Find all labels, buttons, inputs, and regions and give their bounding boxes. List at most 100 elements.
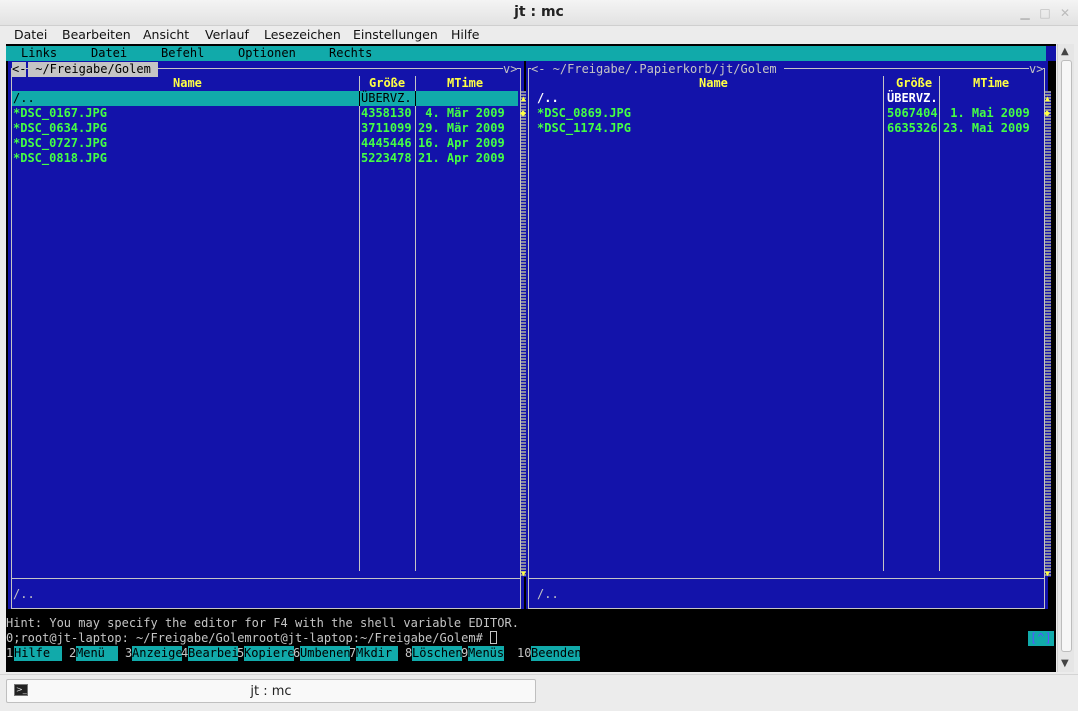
right-panel-path: <- ~/Freigabe/.Papierkorb/jt/Golem (531, 62, 784, 77)
maximize-icon[interactable]: □ (1038, 6, 1052, 20)
selected-row-divider-2 (415, 91, 416, 106)
column-size-header[interactable]: Größe (369, 76, 405, 91)
fkey-menues-button[interactable]: Menüs (468, 646, 504, 661)
menu-einstellungen[interactable]: Einstellungen (353, 27, 438, 42)
column-divider-1 (359, 76, 360, 571)
menu-datei[interactable]: Datei (14, 27, 47, 42)
taskbar: >_ jt : mc (0, 674, 1078, 711)
fkey-number: 10 (517, 646, 532, 660)
file-mtime: 29. Mär 2009 (418, 121, 505, 135)
terminal[interactable]: Links Datei Befehl Optionen Rechts <- ~/… (6, 44, 1056, 672)
scroll-thumb-icon[interactable]: ◆ (1044, 106, 1050, 121)
mc-menu-links[interactable]: Links (21, 46, 57, 61)
column-name-header[interactable]: Name (699, 76, 728, 91)
file-name: *DSC_1174.JPG (537, 121, 631, 135)
column-divider-2 (939, 76, 940, 571)
fkey-beenden-button[interactable]: Beenden (531, 646, 582, 661)
file-size: 3711099 (361, 121, 412, 135)
file-name: /.. (13, 91, 35, 105)
mc-menu-rechts[interactable]: Rechts (329, 46, 372, 61)
file-mtime: 1. Mai 2009 (943, 106, 1030, 120)
file-size: 4445446 (361, 136, 412, 150)
file-mtime: 21. Apr 2009 (418, 151, 505, 165)
file-mtime: 23. Mai 2009 (943, 121, 1030, 135)
file-name: *DSC_0869.JPG (537, 106, 631, 120)
file-size: 6635326 (887, 121, 938, 135)
file-mtime: 16. Apr 2009 (418, 136, 505, 150)
scroll-up-arrow-icon[interactable]: ▲ (1061, 46, 1069, 57)
frame-status-divider (11, 578, 521, 579)
fkey-anzeige-button[interactable]: Anzeige (132, 646, 183, 661)
file-name: *DSC_0634.JPG (13, 121, 107, 135)
frame-left (528, 68, 529, 609)
file-size: 5223478 (361, 151, 412, 165)
column-divider-1 (883, 76, 884, 571)
scroll-down-icon[interactable]: ▼ (1045, 566, 1050, 581)
fkey-number: 1 (6, 646, 14, 660)
column-mtime-header[interactable]: MTime (447, 76, 483, 91)
command-prompt[interactable]: 0;root@jt-laptop: ~/Freigabe/Golemroot@j… (6, 631, 498, 646)
prompt-scroll-indicator[interactable]: [^] (1028, 631, 1054, 646)
right-panel-status: /.. (537, 587, 559, 601)
left-panel[interactable]: <- ~/Freigabe/Golem v> Name Größe MTime … (8, 61, 527, 609)
fkey-bearbei-button[interactable]: Bearbei (188, 646, 239, 661)
mc-menubar: Links Datei Befehl Optionen Rechts (6, 46, 1046, 61)
app-menubar: Datei Bearbeiten Ansicht Verlauf Lesezei… (0, 26, 1078, 44)
fkey-umbenen-button[interactable]: Umbenen (300, 646, 351, 661)
file-name: *DSC_0167.JPG (13, 106, 107, 120)
menu-lesezeichen[interactable]: Lesezeichen (264, 27, 341, 42)
menu-bearbeiten[interactable]: Bearbeiten (62, 27, 131, 42)
window-title: jt : mc (514, 4, 564, 20)
mc-menu-datei[interactable]: Datei (91, 46, 127, 61)
column-divider-2 (415, 76, 416, 571)
file-name: *DSC_0818.JPG (13, 151, 107, 165)
selected-row-highlight (12, 91, 518, 106)
right-panel-sort-marker[interactable]: v> (1029, 62, 1044, 77)
close-icon[interactable]: ✕ (1058, 6, 1072, 20)
window-titlebar: jt : mc ▁ □ ✕ (0, 0, 1078, 26)
menu-verlauf[interactable]: Verlauf (205, 27, 249, 42)
file-size: ÜBERVZ. (361, 91, 412, 105)
taskbar-window-button[interactable]: >_ jt : mc (6, 679, 536, 703)
left-panel-marker[interactable]: <- (12, 62, 27, 77)
left-panel-status: /.. (13, 587, 35, 601)
hint-line: Hint: You may specify the editor for F4 … (6, 616, 519, 630)
frame-left (11, 68, 12, 609)
frame-bottom (528, 608, 1045, 609)
right-panel-scrollbar[interactable] (1045, 91, 1051, 577)
file-size: 4358130 (361, 106, 412, 120)
fkey-hilfe-button[interactable]: Hilfe (14, 646, 62, 661)
terminal-scrollbar[interactable]: ▲ ▼ (1057, 44, 1074, 672)
function-key-bar: 1 Hilfe 2 Menü 3 Anzeige 4 Bearbei 5 Kop… (6, 646, 1056, 661)
file-mtime: 4. Mär 2009 (418, 106, 505, 120)
scroll-up-icon[interactable]: ▲ (1045, 91, 1050, 106)
right-panel[interactable]: <- ~/Freigabe/.Papierkorb/jt/Golem v> Na… (526, 61, 1051, 609)
mc-menubar-tail (1046, 46, 1056, 61)
column-size-header[interactable]: Größe (896, 76, 932, 91)
left-panel-path: ~/Freigabe/Golem (28, 62, 159, 77)
selected-row-divider-1 (359, 91, 360, 106)
mc-menu-optionen[interactable]: Optionen (238, 46, 296, 61)
fkey-menu-button[interactable]: Menü (76, 646, 118, 661)
menu-hilfe[interactable]: Hilfe (451, 27, 479, 42)
fkey-mkdir-button[interactable]: Mkdir (356, 646, 398, 661)
file-size: ÜBERVZ. (887, 91, 938, 105)
terminal-scroll-thumb[interactable] (1061, 60, 1072, 652)
prompt-text: 0;root@jt-laptop: ~/Freigabe/Golemroot@j… (6, 631, 491, 645)
file-name: /.. (537, 91, 559, 105)
column-name-header[interactable]: Name (173, 76, 202, 91)
file-size: 5067404 (887, 106, 938, 120)
mc-menu-befehl[interactable]: Befehl (161, 46, 204, 61)
file-name: *DSC_0727.JPG (13, 136, 107, 150)
fkey-loeschen-button[interactable]: Löschen (412, 646, 463, 661)
fkey-kopiere-button[interactable]: Kopiere (244, 646, 295, 661)
left-panel-sort-marker[interactable]: v> (503, 62, 518, 77)
frame-status-divider (528, 578, 1045, 579)
minimize-icon[interactable]: ▁ (1018, 6, 1032, 20)
taskbar-window-label: jt : mc (250, 684, 292, 699)
frame-bottom (11, 608, 521, 609)
column-mtime-header[interactable]: MTime (973, 76, 1009, 91)
text-cursor (490, 631, 498, 644)
scroll-down-arrow-icon[interactable]: ▼ (1061, 658, 1069, 669)
menu-ansicht[interactable]: Ansicht (143, 27, 189, 42)
